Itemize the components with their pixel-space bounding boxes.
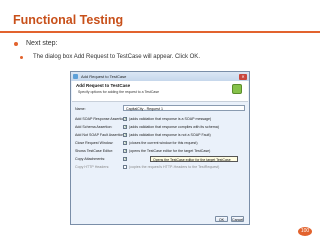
close-request-window-checkbox[interactable] (123, 140, 127, 145)
copy-attachments-row: Copy Attachments: Opens the TestCase edi… (75, 155, 247, 163)
app-icon (73, 74, 78, 79)
option-description: (adds validation that response is not a … (129, 133, 211, 137)
name-label: Name: (75, 107, 86, 111)
option-description: (opens the TestCase editor for the targe… (129, 149, 211, 153)
bullet-text: Next step: (26, 40, 58, 47)
name-input[interactable]: CapitalCity - Request 1 (123, 105, 245, 111)
dialog-header: Add Request to TestCase Specify options … (72, 81, 248, 102)
option-label: Close Request Window: (75, 141, 114, 145)
option-label: Add SOAP Response Assertion: (75, 117, 127, 121)
dialog-window-title: Add Request to TestCase (81, 74, 127, 79)
option-label: Copy HTTP Headers: (75, 165, 110, 169)
title-divider (0, 31, 320, 33)
name-row: Name: CapitalCity - Request 1 (75, 105, 247, 113)
not-soap-fault-assertion-row: Add Not SOAP Fault Assertion: (adds vali… (75, 131, 247, 139)
not-soap-fault-assertion-checkbox[interactable] (123, 132, 127, 137)
dialog-header-title: Add Request to TestCase (76, 83, 131, 88)
soap-response-assertion-checkbox[interactable] (123, 116, 127, 121)
close-icon[interactable]: ✕ (239, 73, 247, 80)
schema-assertion-checkbox[interactable] (123, 124, 127, 129)
option-label: Shows TestCase Editor: (75, 149, 114, 153)
option-description: (adds validation that response complies … (129, 125, 219, 129)
tooltip: Opens the TestCase editor for the target… (150, 156, 238, 162)
option-label: Add Schema Assertion: (75, 125, 113, 129)
close-request-window-row: Close Request Window: (closes the curren… (75, 139, 247, 147)
bullet-dot-icon (14, 41, 18, 46)
bullet-text: The dialog box Add Request to TestCase w… (33, 54, 200, 60)
bullet-instruction: The dialog box Add Request to TestCase w… (20, 54, 200, 60)
option-description: (closes the current window for this requ… (129, 141, 198, 145)
option-label: Copy Attachments: (75, 157, 106, 161)
cancel-button[interactable]: Cancel (231, 216, 244, 222)
show-testcase-editor-row: Shows TestCase Editor: (opens the TestCa… (75, 147, 247, 155)
soap-response-assertion-row: Add SOAP Response Assertion: (adds valid… (75, 115, 247, 123)
copy-attachments-checkbox[interactable] (123, 156, 127, 161)
dialog-titlebar[interactable]: Add Request to TestCase ✕ (71, 72, 249, 81)
add-request-dialog: Add Request to TestCase ✕ Add Request to… (70, 71, 250, 225)
copy-http-headers-row: Copy HTTP Headers: (copies the request's… (75, 163, 247, 171)
testcase-icon (232, 84, 242, 94)
show-testcase-editor-checkbox[interactable] (123, 148, 127, 153)
copy-http-headers-checkbox[interactable] (123, 165, 127, 169)
schema-assertion-row: Add Schema Assertion: (adds validation t… (75, 123, 247, 131)
slide-title: Functional Testing (13, 13, 124, 27)
bullet-next-step: Next step: (14, 40, 58, 47)
option-label: Add Not SOAP Fault Assertion: (75, 133, 125, 137)
dialog-header-description: Specify options for adding the request t… (78, 90, 160, 94)
page-number-badge: 100 (298, 227, 312, 236)
ok-button[interactable]: OK (215, 216, 228, 222)
option-description: (copies the request's HTTP-Headers to th… (129, 165, 220, 169)
bullet-dot-icon (20, 55, 23, 59)
option-description: (adds validation that response is a SOAP… (129, 117, 212, 121)
